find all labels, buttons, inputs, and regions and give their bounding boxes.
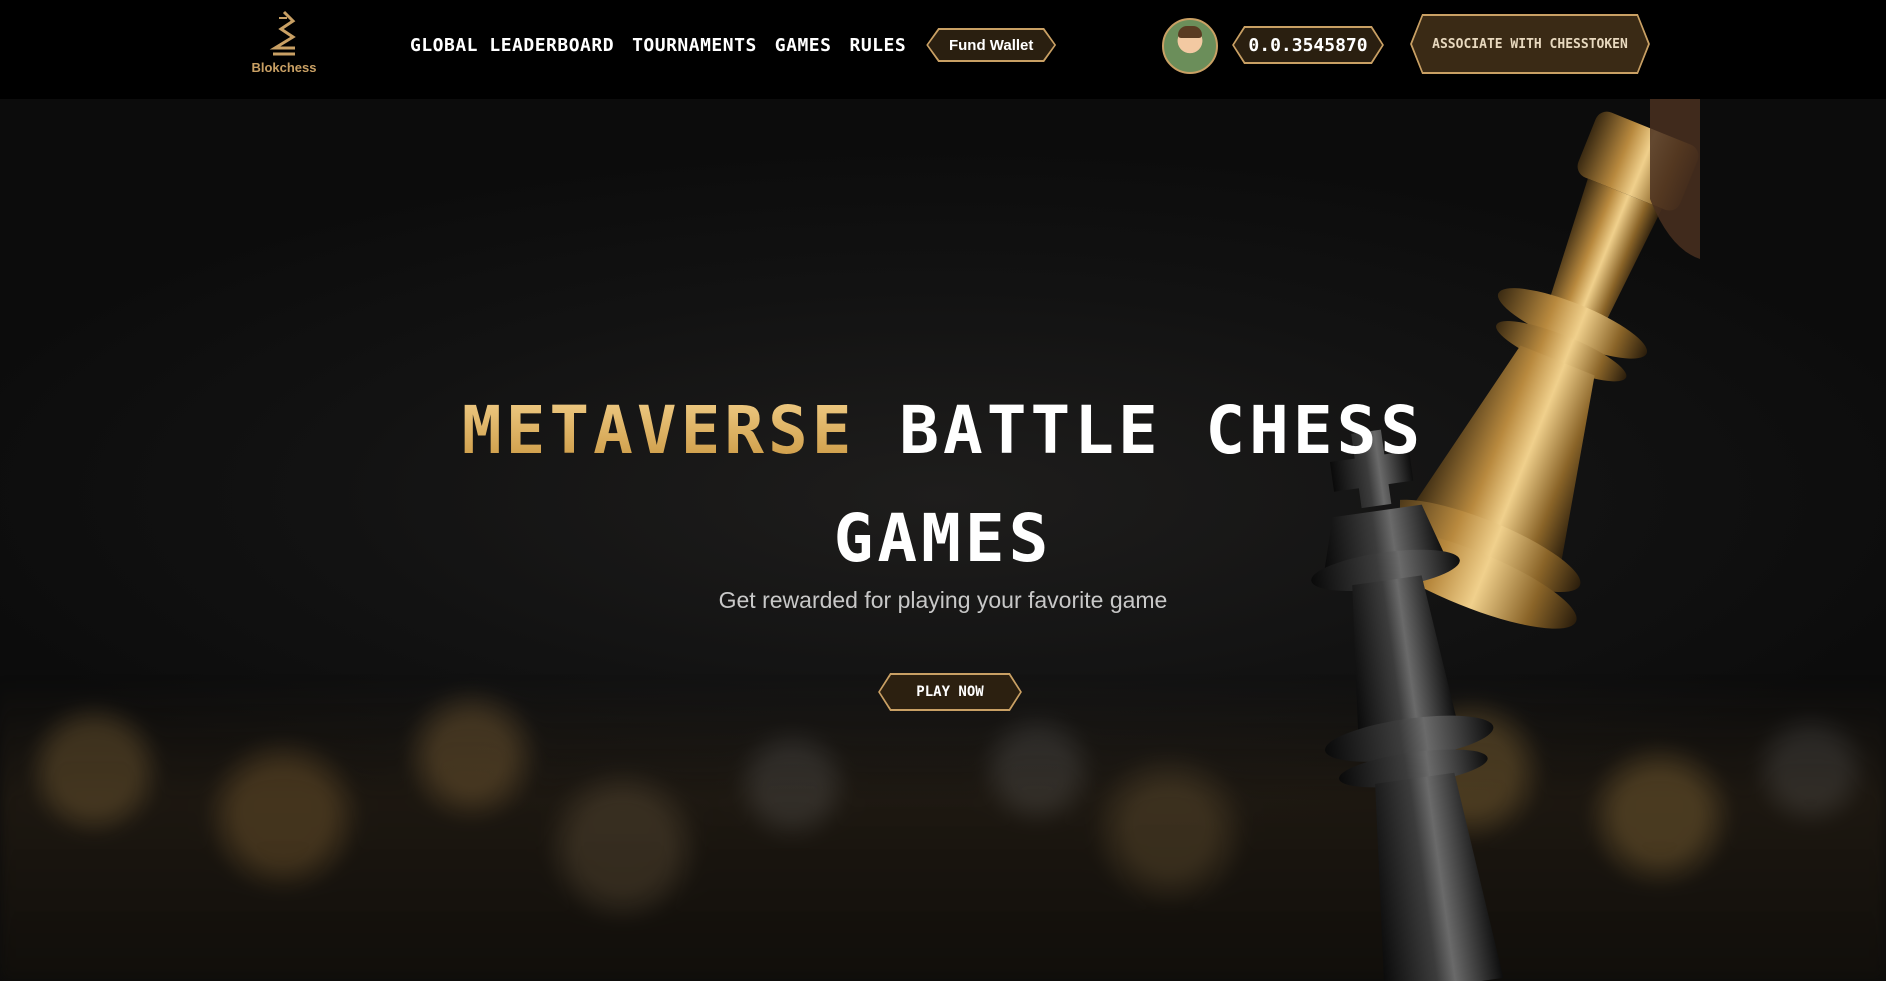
hero-title-rest: Battle Chess bbox=[899, 392, 1425, 469]
blokchess-knight-logo-icon bbox=[269, 10, 296, 56]
brand-name: Blokchess bbox=[251, 60, 317, 75]
nav-global-leaderboard[interactable]: Global Leaderboard bbox=[410, 35, 614, 56]
hero-title: Metaverse Battle Chess Games bbox=[0, 377, 1886, 593]
fund-wallet-button[interactable]: Fund Wallet bbox=[926, 28, 1056, 62]
hero-title-line2: Games bbox=[833, 500, 1053, 577]
nav-games[interactable]: Games bbox=[775, 35, 832, 56]
hero-title-highlight: Metaverse bbox=[461, 392, 856, 469]
hero-section: Metaverse Battle Chess Games Get rewarde… bbox=[0, 99, 1886, 981]
hero-bokeh-background bbox=[0, 679, 1886, 981]
wallet-balance-value: 0.0.3545870 bbox=[1248, 34, 1368, 56]
fund-wallet-label: Fund Wallet bbox=[948, 36, 1034, 54]
main-nav: Global Leaderboard Tournaments Games Rul… bbox=[410, 30, 1056, 60]
associate-chesstoken-button[interactable]: Associate with Chesstoken bbox=[1410, 14, 1650, 74]
play-now-button[interactable]: Play Now bbox=[878, 673, 1022, 711]
brand-logo[interactable]: Blokchess bbox=[244, 10, 324, 78]
play-now-label: Play Now bbox=[916, 684, 984, 700]
user-avatar[interactable] bbox=[1162, 18, 1218, 74]
nav-rules[interactable]: Rules bbox=[849, 35, 906, 56]
nav-tournaments[interactable]: Tournaments bbox=[632, 35, 757, 56]
wallet-balance-badge[interactable]: 0.0.3545870 bbox=[1232, 26, 1384, 64]
hero-subtitle: Get rewarded for playing your favorite g… bbox=[718, 587, 1168, 613]
top-navigation-bar: Blokchess Global Leaderboard Tournaments… bbox=[0, 0, 1886, 99]
associate-chesstoken-label: Associate with Chesstoken bbox=[1432, 36, 1628, 52]
